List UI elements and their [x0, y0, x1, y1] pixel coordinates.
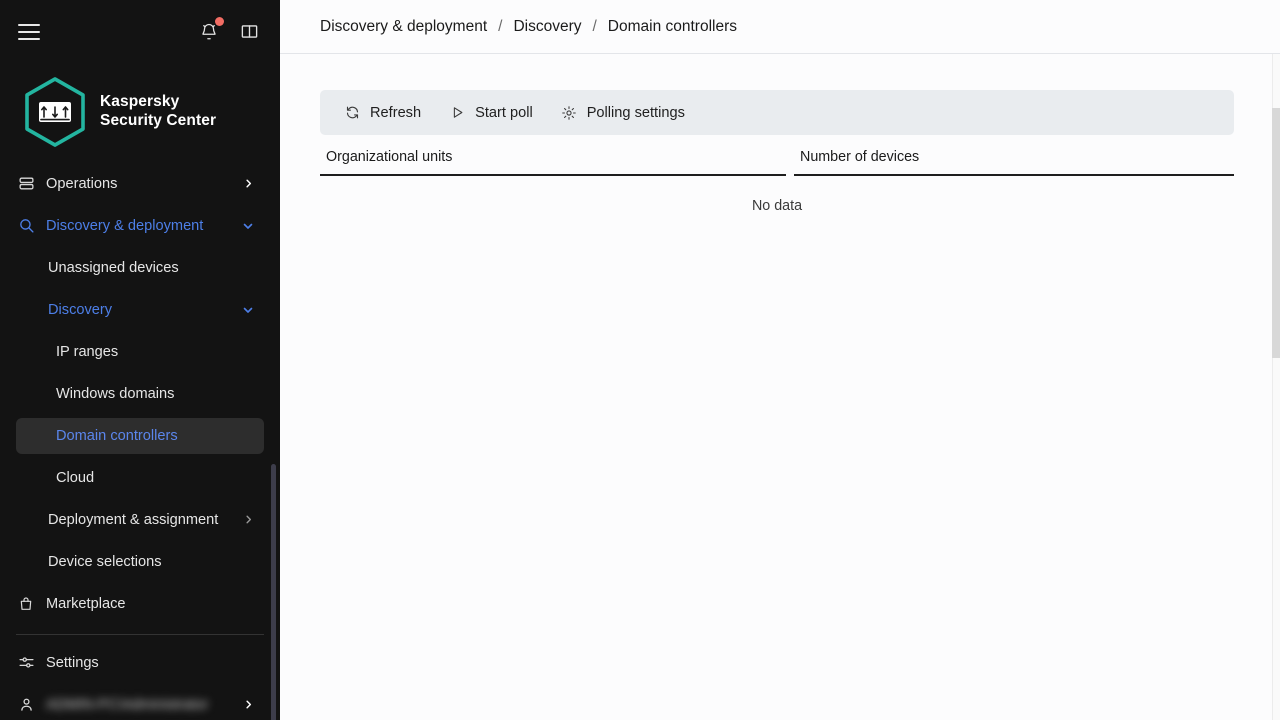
domain-controllers-table: Organizational units Number of devices N… [320, 149, 1234, 214]
app-root: Kaspersky Security Center Operations Dis… [0, 0, 1280, 720]
refresh-label: Refresh [370, 104, 422, 121]
sidebar-item-discovery[interactable]: Discovery [16, 292, 264, 328]
sidebar-item-ip-ranges[interactable]: IP ranges [16, 334, 264, 370]
chevron-down-icon[interactable] [242, 304, 254, 316]
search-icon [16, 216, 36, 236]
notifications-bell-icon[interactable] [198, 16, 224, 43]
sidebar-scrollbar-track[interactable] [271, 168, 278, 720]
main-scrollbar-thumb[interactable] [1272, 108, 1280, 358]
brand-line-1: Kaspersky [100, 92, 180, 110]
page-body: Refresh Start poll Polling settings Orga… [280, 54, 1280, 720]
sidebar-item-label: Marketplace [46, 595, 126, 612]
sidebar-item-marketplace[interactable]: Marketplace [16, 586, 264, 622]
column-header-number-of-devices[interactable]: Number of devices [794, 149, 1234, 176]
product-logo: Kaspersky Security Center [0, 64, 280, 148]
main-content: Discovery & deployment / Discovery / Dom… [280, 0, 1280, 720]
chevron-down-icon[interactable] [242, 220, 254, 232]
sidebar-item-account[interactable]: ADMIN-PC\Administrator [16, 687, 264, 720]
start-poll-button[interactable]: Start poll [449, 90, 533, 135]
notification-badge-dot [215, 16, 224, 26]
brand-name: Kaspersky Security Center [100, 93, 216, 131]
table-header-row: Organizational units Number of devices [320, 149, 1234, 176]
sidebar-scrollbar-thumb[interactable] [271, 464, 276, 720]
sidebar-topbar-actions [198, 16, 260, 43]
breadcrumb: Discovery & deployment / Discovery / Dom… [280, 0, 1280, 54]
main-scrollbar-track[interactable] [1272, 54, 1280, 720]
sidebar-item-label: Deployment & assignment [48, 511, 219, 528]
chevron-right-icon[interactable] [242, 514, 254, 526]
sliders-icon [16, 653, 36, 673]
sidebar-divider [16, 633, 264, 635]
help-book-icon[interactable] [238, 21, 260, 43]
refresh-icon [344, 104, 361, 121]
polling-settings-button[interactable]: Polling settings [561, 90, 685, 135]
sidebar-item-cloud[interactable]: Cloud [16, 460, 264, 496]
sidebar-item-label: Windows domains [56, 385, 175, 402]
sidebar-item-label: Domain controllers [56, 427, 178, 444]
polling-settings-label: Polling settings [586, 104, 685, 121]
table-empty-message: No data [751, 198, 803, 214]
sidebar-item-operations[interactable]: Operations [16, 166, 264, 202]
sidebar-item-discovery-and-deployment[interactable]: Discovery & deployment [16, 208, 264, 244]
chevron-right-icon [242, 178, 254, 190]
breadcrumb-item-2[interactable]: Discovery [513, 18, 581, 36]
sidebar-item-windows-domains[interactable]: Windows domains [16, 376, 264, 412]
gear-icon [561, 104, 578, 121]
sidebar-item-label: Settings [46, 654, 99, 671]
breadcrumb-item-1[interactable]: Discovery & deployment [320, 18, 487, 36]
sidebar-item-label: IP ranges [56, 343, 119, 360]
breadcrumb-separator: / [592, 17, 597, 35]
column-header-organizational-units[interactable]: Organizational units [320, 149, 786, 176]
sidebar-item-deployment-and-assignment[interactable]: Deployment & assignment [16, 502, 264, 538]
sidebar-item-label: Discovery & deployment [46, 217, 204, 234]
hamburger-menu-icon[interactable] [18, 23, 40, 40]
sidebar-item-label: Operations [46, 175, 118, 192]
sidebar: Kaspersky Security Center Operations Dis… [0, 0, 280, 720]
chevron-right-icon[interactable] [242, 699, 254, 711]
breadcrumb-separator: / [498, 17, 503, 35]
sidebar-topbar [0, 0, 280, 64]
sidebar-nav: Operations Discovery & deployment Unassi… [0, 162, 280, 720]
sidebar-item-domain-controllers[interactable]: Domain controllers [16, 417, 264, 454]
sidebar-item-label: Discovery [48, 301, 113, 318]
user-icon [16, 695, 36, 715]
kaspersky-hexagon-icon [22, 76, 88, 148]
sidebar-item-label: Cloud [56, 469, 95, 486]
sidebar-item-device-selections[interactable]: Device selections [16, 544, 264, 580]
account-name-masked: ADMIN-PC\Administrator [46, 696, 209, 713]
sidebar-item-label: Device selections [48, 553, 162, 570]
play-icon [449, 104, 466, 121]
sidebar-item-unassigned-devices[interactable]: Unassigned devices [16, 250, 264, 286]
bag-icon [16, 594, 36, 614]
server-stack-icon [16, 174, 36, 194]
breadcrumb-item-3: Domain controllers [607, 17, 738, 35]
actions-toolbar: Refresh Start poll Polling settings [320, 90, 1234, 135]
sidebar-item-label: Unassigned devices [48, 259, 179, 276]
brand-line-2: Security Center [100, 111, 217, 129]
refresh-button[interactable]: Refresh [344, 90, 421, 135]
start-poll-label: Start poll [475, 104, 533, 121]
sidebar-item-settings[interactable]: Settings [16, 645, 264, 681]
